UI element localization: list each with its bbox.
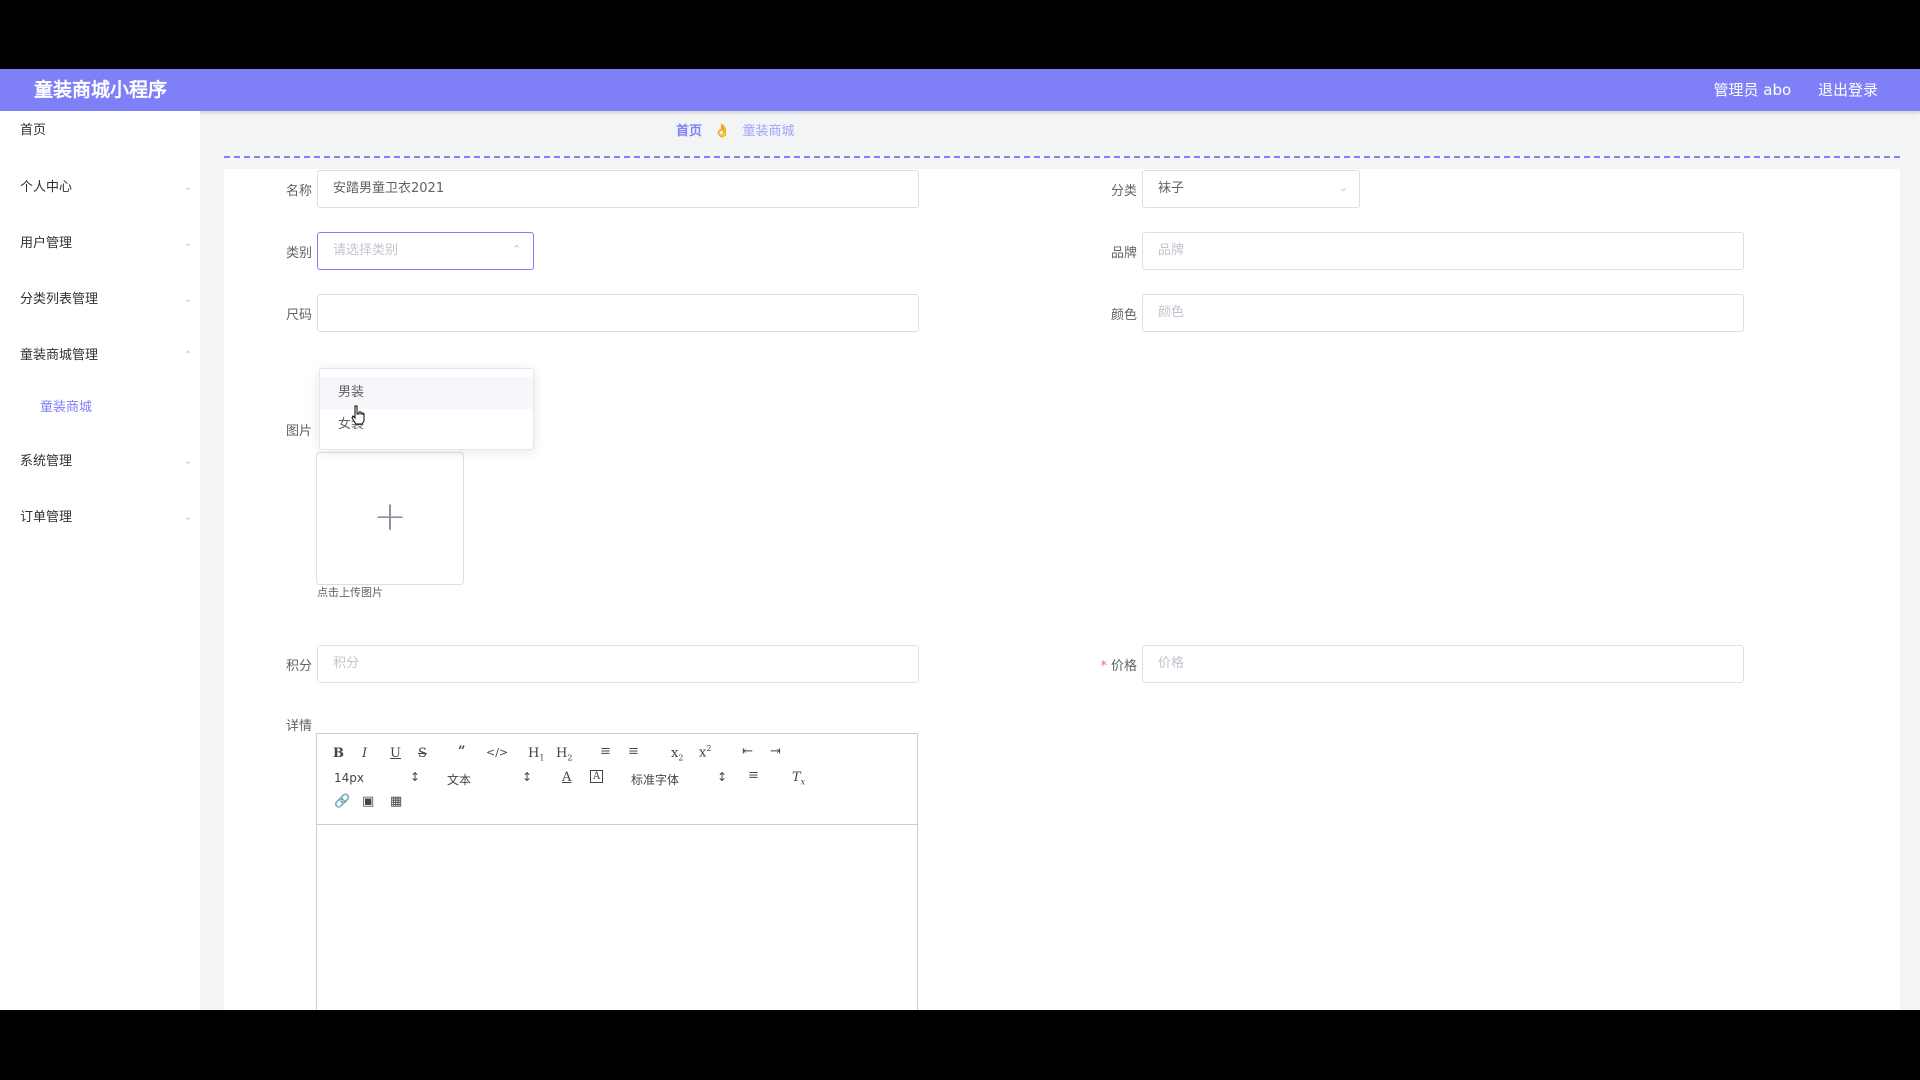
name-label: 名称: [285, 184, 312, 199]
category-value: 袜子: [1158, 181, 1185, 196]
font-family-select[interactable]: 标准字体: [631, 771, 679, 788]
image-icon[interactable]: ▣: [362, 794, 374, 809]
h1-icon[interactable]: H1: [528, 746, 544, 763]
detail-label: 详情: [285, 719, 312, 734]
sidebar-item-label: 童装商城: [40, 400, 93, 415]
bullet-list-icon[interactable]: ≡: [628, 744, 639, 759]
type-select[interactable]: 请选择类别: [317, 232, 534, 270]
price-label-text: 价格: [1110, 659, 1137, 674]
plus-icon: +: [373, 494, 407, 540]
sidebar-item-label: 订单管理: [20, 510, 73, 525]
app-title: 童装商城小程序: [34, 79, 168, 101]
video-icon[interactable]: ▦: [390, 794, 402, 809]
sidebar-item-categories[interactable]: 分类列表管理 ⌄: [0, 280, 200, 320]
category-label: 分类: [1110, 184, 1137, 199]
sidebar-item-label: 首页: [20, 123, 47, 138]
outdent-icon[interactable]: ⇤: [742, 744, 753, 759]
sidebar-item-label: 个人中心: [20, 180, 73, 195]
color-input[interactable]: 颜色: [1142, 294, 1744, 332]
chevron-up-icon: ⌃: [512, 243, 522, 256]
name-input[interactable]: 安踏男童卫衣2021: [317, 170, 919, 208]
chevron-down-icon: ⌄: [183, 238, 192, 249]
header-select[interactable]: 文本: [447, 771, 471, 788]
bold-icon[interactable]: B: [333, 746, 344, 761]
select-arrows-icon: ↕: [410, 770, 421, 784]
indent-icon[interactable]: ⇥: [770, 744, 781, 759]
logout-button[interactable]: 退出登录: [1818, 81, 1878, 99]
sidebar-item-orders[interactable]: 订单管理 ⌄: [0, 498, 200, 538]
header-select-value: 文本: [447, 773, 472, 787]
font-size-select[interactable]: 14px: [334, 771, 364, 785]
chevron-down-icon: ⌄: [183, 456, 192, 467]
chevron-down-icon: ⌄: [183, 294, 192, 305]
h2-icon[interactable]: H2: [556, 746, 572, 763]
italic-icon[interactable]: I: [362, 746, 367, 761]
subscript-icon[interactable]: x2: [671, 746, 683, 763]
points-label: 积分: [285, 659, 312, 674]
sidebar-item-label: 分类列表管理: [20, 292, 99, 307]
price-label: * 价格: [1077, 655, 1137, 674]
clear-format-icon[interactable]: Tx: [792, 770, 805, 787]
underline-icon[interactable]: U: [390, 746, 401, 761]
link-icon[interactable]: 🔗: [334, 794, 350, 809]
sidebar-item-system[interactable]: 系统管理 ⌄: [0, 442, 200, 482]
code-block-icon[interactable]: </>: [486, 746, 508, 759]
image-upload-box[interactable]: +: [316, 452, 464, 585]
price-input[interactable]: 价格: [1142, 645, 1744, 683]
image-label: 图片: [285, 424, 312, 439]
sidebar: 首页 个人中心 ⌄ 用户管理 ⌄ 分类列表管理 ⌄ 童装商城管理 ⌃ 童装商城 …: [0, 111, 200, 1010]
sidebar-item-home[interactable]: 首页: [0, 111, 200, 151]
points-input[interactable]: 积分: [317, 645, 919, 683]
font-family-value: 标准字体: [631, 773, 680, 787]
sidebar-item-profile[interactable]: 个人中心 ⌄: [0, 168, 200, 208]
divider: [224, 156, 1900, 158]
brand-label: 品牌: [1110, 246, 1137, 261]
type-placeholder: 请选择类别: [333, 243, 399, 258]
breadcrumb-current: 童装商城: [742, 124, 795, 139]
sidebar-item-mall-management[interactable]: 童装商城管理 ⌃: [0, 336, 200, 376]
chevron-up-icon: ⌃: [183, 350, 192, 361]
select-arrows-icon: ↕: [522, 770, 533, 784]
type-label: 类别: [285, 246, 312, 261]
rich-text-editor: B I U S ” </> H1 H2 ≡ ≡ x2 x2 ⇤ ⇥ 14px ↕…: [316, 733, 918, 1010]
brand-input[interactable]: 品牌: [1142, 232, 1744, 270]
superscript-icon[interactable]: x2: [699, 744, 711, 760]
breadcrumb-separator-icon: 👌: [714, 124, 731, 139]
align-icon[interactable]: ≡: [748, 768, 759, 783]
font-size-value: 14px: [334, 771, 364, 785]
required-mark: *: [1100, 659, 1107, 674]
size-label: 尺码: [285, 308, 312, 323]
ordered-list-icon[interactable]: ≡: [600, 744, 611, 759]
select-arrows-icon: ↕: [717, 770, 728, 784]
blockquote-icon[interactable]: ”: [458, 744, 465, 759]
size-input[interactable]: [317, 294, 919, 332]
category-select[interactable]: 袜子: [1142, 170, 1360, 208]
font-color-icon[interactable]: A: [562, 770, 571, 785]
breadcrumb: 首页 👌 童装商城: [676, 120, 795, 139]
upload-hint: 点击上传图片: [317, 586, 383, 599]
editor-content-area[interactable]: [317, 825, 917, 1010]
sidebar-item-label: 用户管理: [20, 236, 73, 251]
chevron-down-icon: ⌄: [183, 512, 192, 523]
background-color-icon[interactable]: A: [590, 770, 604, 783]
chevron-down-icon: ⌄: [1339, 181, 1349, 194]
sidebar-item-label: 童装商城管理: [20, 348, 99, 363]
chevron-down-icon: ⌄: [183, 182, 192, 193]
admin-user-label[interactable]: 管理员 abo: [1714, 81, 1792, 99]
app-window: 童装商城小程序 管理员 abo 退出登录 首页 个人中心 ⌄ 用户管理 ⌄ 分类…: [0, 69, 1920, 1010]
color-label: 颜色: [1110, 308, 1137, 323]
sidebar-subitem-mall[interactable]: 童装商城: [0, 388, 200, 428]
sidebar-item-label: 系统管理: [20, 454, 73, 469]
header-actions: 管理员 abo 退出登录: [1692, 69, 1878, 111]
strike-icon[interactable]: S: [418, 746, 427, 761]
top-header: 童装商城小程序 管理员 abo 退出登录: [0, 69, 1920, 111]
breadcrumb-home[interactable]: 首页: [676, 124, 702, 139]
hand-cursor-icon: [351, 405, 365, 425]
editor-toolbar: B I U S ” </> H1 H2 ≡ ≡ x2 x2 ⇤ ⇥ 14px ↕…: [317, 734, 917, 825]
sidebar-item-users[interactable]: 用户管理 ⌄: [0, 224, 200, 264]
